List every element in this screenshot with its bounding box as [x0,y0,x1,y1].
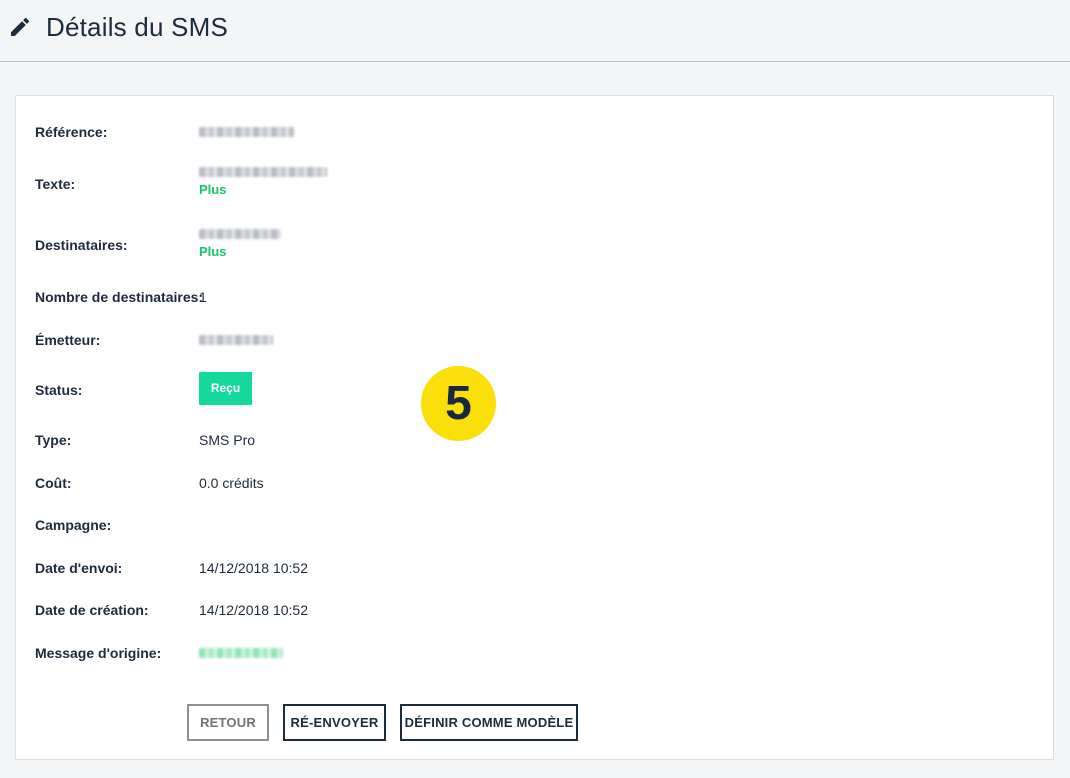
step-number-badge: 5 [421,366,496,441]
type-value: SMS Pro [199,432,256,448]
definir-comme-modele-button[interactable]: DÉFINIR COMME MODÈLE [400,704,578,741]
date-envoi-label: Date d'envoi: [35,560,123,576]
emetteur-value-redacted [199,335,273,345]
date-creation-label: Date de création: [35,602,149,618]
texte-label: Texte: [35,176,76,192]
emetteur-label: Émetteur: [35,332,101,348]
page-header: Détails du SMS [0,0,1070,62]
retour-button[interactable]: RETOUR [187,704,269,741]
nombre-destinataires-value: 1 [199,289,207,305]
destinataires-more-link[interactable]: Plus [199,244,281,259]
redacted-link-text[interactable] [199,648,283,658]
reference-value-redacted [199,127,294,137]
texte-more-link[interactable]: Plus [199,182,327,197]
redacted-text [199,229,281,239]
page-title: Détails du SMS [46,12,228,42]
type-label: Type: [35,432,72,448]
nombre-destinataires-label: Nombre de destinataires: [35,289,204,305]
re-envoyer-button[interactable]: RÉ-ENVOYER [283,704,386,741]
destinataires-label: Destinataires: [35,237,128,253]
texte-value: Plus [199,167,327,197]
sms-details-card: Référence: Texte: Plus Destinataires: Pl… [15,95,1054,760]
status-badge: Reçu [199,372,252,405]
cout-value: 0.0 crédits [199,475,264,491]
status-label: Status: [35,382,83,398]
redacted-text [199,167,327,177]
campagne-label: Campagne: [35,517,112,533]
destinataires-value: Plus [199,229,281,259]
redacted-text [199,127,294,137]
status-value: Reçu [199,372,252,405]
cout-label: Coût: [35,475,72,491]
redacted-text [199,335,273,345]
date-envoi-value: 14/12/2018 10:52 [199,560,308,576]
message-origine-label: Message d'origine: [35,645,162,661]
reference-label: Référence: [35,124,108,140]
message-origine-link[interactable] [199,648,283,658]
date-creation-value: 14/12/2018 10:52 [199,602,308,618]
pencil-icon [11,17,30,36]
